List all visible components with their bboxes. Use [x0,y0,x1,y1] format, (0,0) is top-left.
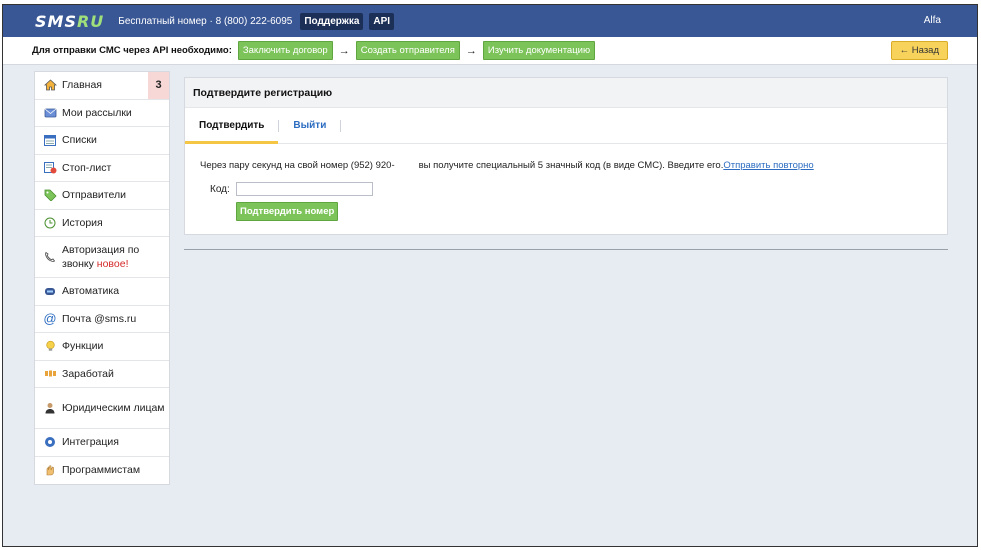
panel-title: Подтвердите регистрацию [185,78,947,108]
sidebar-item-developers[interactable]: Программистам [35,457,169,485]
sidebar-item-integration[interactable]: Интеграция [35,429,169,457]
sidebar-item-legal-entities[interactable]: Юридическим лицам [35,388,169,429]
top-bar: SMSRU Бесплатный номер · 8 (800) 222-609… [3,5,977,37]
sidebar-item-label: Почта @sms.ru [62,312,137,325]
sidebar-item-label: Главная [62,79,102,92]
sidebar-item-label: Отправители [62,189,126,202]
sidebar-item-stop-list[interactable]: Стоп-лист [35,155,169,182]
home-icon [43,78,57,92]
confirmation-message: Через пару секунд на свой номер (952) 92… [200,160,814,171]
tab-logout[interactable]: Выйти [279,108,340,143]
browser-viewport: SMSRU Бесплатный номер · 8 (800) 222-609… [2,4,978,547]
logo-main: SMS [35,11,77,31]
content-divider [184,249,948,250]
api-requirements-bar: Для отправки СМС через API необходимо: З… [3,37,977,65]
step-contract-button[interactable]: Заключить договор [237,41,333,60]
user-name[interactable]: Alfa [924,15,941,26]
tab-confirm[interactable]: Подтвердить [185,108,279,144]
sidebar-item-label: Стоп-лист [62,161,112,174]
sidebar-item-label: Юридическим лицам [62,402,165,414]
panel-tabs: Подтвердить Выйти [185,108,947,144]
sidebar-item-label: Автоматика [62,285,120,298]
phone-icon [43,250,57,264]
api-button[interactable]: API [369,12,395,30]
notification-badge: 3 [148,72,169,99]
tab-divider [340,119,342,132]
sidebar-item-label: Списки [62,134,97,147]
support-button[interactable]: Поддержка [300,12,364,30]
resend-link[interactable]: Отправить повторно [723,160,813,171]
confirm-number-button[interactable]: Подтвердить номер [236,202,339,221]
sidebar: Главная 3 Мои рассылки Списки Стоп-лист [34,71,170,485]
sidebar-item-senders[interactable]: Отправители [35,182,169,210]
sidebar-item-functions[interactable]: Функции [35,333,169,361]
sidebar-item-label-wrap: Авторизация по звонку новое! [62,243,169,271]
logo[interactable]: SMSRU [35,12,104,31]
confirm-registration-panel: Подтвердите регистрацию Подтвердить Выйт… [184,77,948,235]
arrow-icon: → [465,44,477,57]
arrow-icon: → [338,44,350,57]
sidebar-item-mail[interactable]: @ Почта @sms.ru [35,306,169,333]
sidebar-item-mailings[interactable]: Мои рассылки [35,100,169,127]
sidebar-item-label: Мои рассылки [62,106,132,119]
step-sender-button[interactable]: Создать отправителя [355,41,460,60]
person-icon [43,401,57,415]
mail-icon [43,106,57,120]
sidebar-item-label: Заработай [62,367,114,380]
tag-icon [43,188,57,202]
message-part2: вы получите специальный 5 значный код (в… [418,160,724,171]
free-number: Бесплатный номер · 8 (800) 222-6095 [118,15,293,27]
money-icon [43,367,57,381]
message-part1: Через пару секунд на свой номер (952) 92… [200,160,395,171]
stop-list-icon [43,161,57,175]
list-icon [43,133,57,147]
bulb-icon [43,339,57,353]
robot-icon [43,284,57,298]
history-icon [43,216,57,230]
integration-icon [43,435,57,449]
code-input[interactable] [235,182,373,196]
back-button[interactable]: ← Назад [890,41,948,60]
sidebar-item-earn[interactable]: Заработай [35,361,169,388]
sidebar-item-label: История [62,216,103,229]
sidebar-item-automation[interactable]: Автоматика [35,278,169,306]
sidebar-item-history[interactable]: История [35,210,169,237]
step-docs-button[interactable]: Изучить документацию [482,41,596,60]
logo-suffix: RU [76,11,105,31]
at-icon: @ [43,311,57,327]
sidebar-item-call-auth[interactable]: Авторизация по звонку новое! [35,237,169,278]
hand-icon [43,463,57,477]
code-label: Код: [210,183,230,195]
new-label: новое! [96,258,129,270]
sidebar-item-label: Программистам [62,464,141,477]
api-bar-lead: Для отправки СМС через API необходимо: [32,45,232,56]
sidebar-item-label: Функции [62,340,104,353]
sidebar-item-home[interactable]: Главная 3 [35,72,169,100]
sidebar-item-lists[interactable]: Списки [35,127,169,155]
code-row: Код: [210,182,373,196]
sidebar-item-label: Интеграция [62,436,119,449]
